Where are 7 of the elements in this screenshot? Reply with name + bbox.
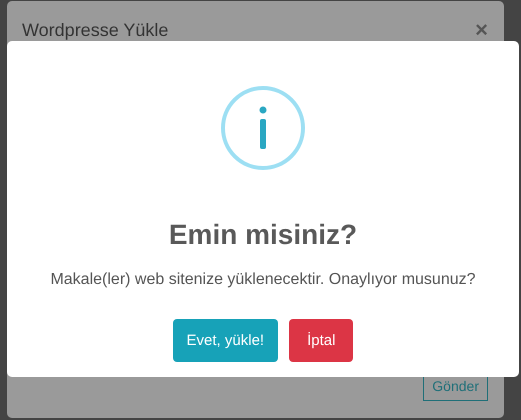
cancel-button[interactable]: İptal: [289, 319, 354, 362]
alert-title: Emin misiniz?: [168, 219, 358, 251]
modal-title: Wordpresse Yükle: [22, 20, 168, 40]
confirm-button[interactable]: Evet, yükle!: [172, 319, 278, 362]
alert-message: Makale(ler) web sitenize yüklenecektir. Onaylıyor musunuz?: [50, 271, 476, 289]
info-icon: [220, 85, 306, 171]
close-button[interactable]: ×: [475, 19, 488, 41]
